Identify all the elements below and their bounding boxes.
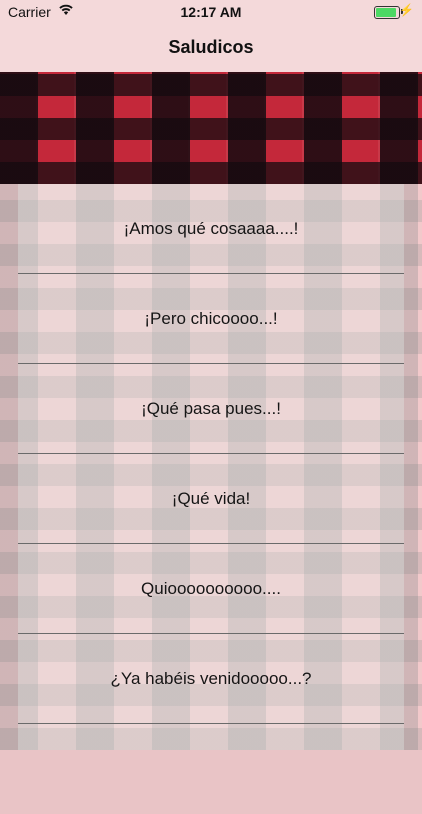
greetings-list[interactable]: ¡Amos qué cosaaaa....! ¡Pero chicoooo...… [18, 184, 404, 750]
list-item[interactable]: Quioooooooooo.... [18, 544, 404, 634]
list-item[interactable] [18, 724, 404, 814]
list-item[interactable]: ¡Pero chicoooo...! [18, 274, 404, 364]
charging-bolt-icon: ⚡ [399, 3, 414, 17]
list-item[interactable]: ¡Amos qué cosaaaa....! [18, 184, 404, 274]
top-bar: Carrier 12:17 AM ⚡ Saludicos [0, 0, 422, 72]
status-bar: Carrier 12:17 AM ⚡ [0, 0, 422, 24]
plaid-banner-image [0, 72, 422, 184]
status-time: 12:17 AM [180, 4, 242, 20]
list-item[interactable]: ¡Qué pasa pues...! [18, 364, 404, 454]
page-title: Saludicos [168, 37, 254, 57]
battery-icon [374, 6, 400, 19]
list-item[interactable]: ¡Qué vida! [18, 454, 404, 544]
list-item[interactable]: ¿Ya habéis venidooooo...? [18, 634, 404, 724]
battery-level [376, 8, 396, 17]
